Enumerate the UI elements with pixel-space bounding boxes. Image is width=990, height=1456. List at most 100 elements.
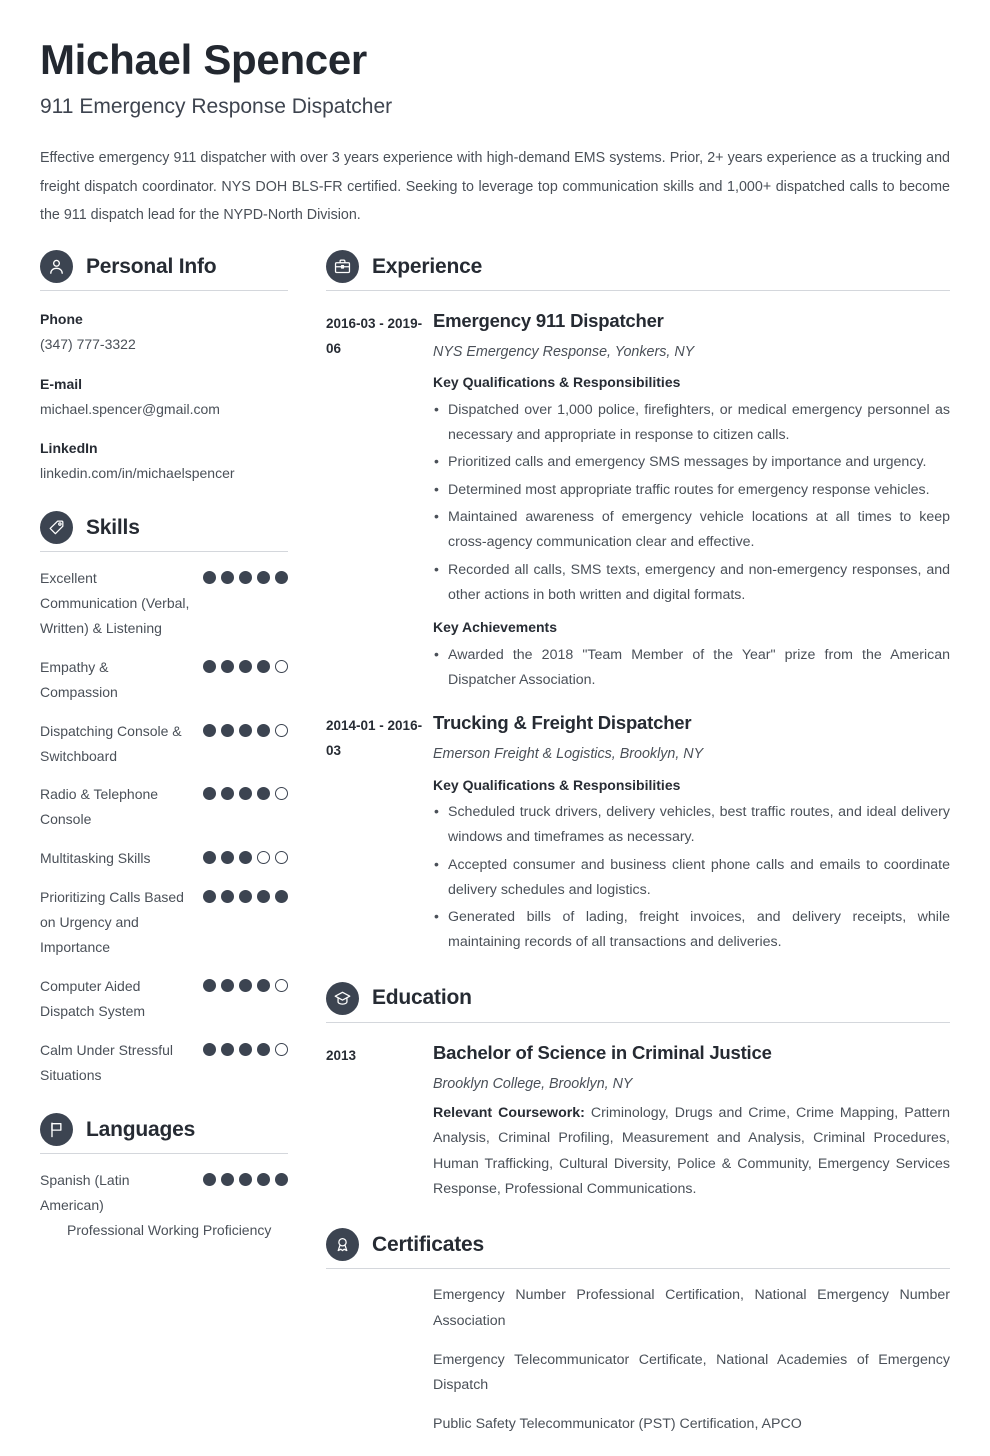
personal-info-field: E-mail michael.spencer@gmail.com — [40, 374, 288, 421]
entry-organization: Emerson Freight & Logistics, Brooklyn, N… — [433, 746, 704, 763]
skill-item: Calm Under Stressful Situations — [40, 1038, 288, 1088]
rating-dot-filled — [203, 723, 216, 737]
rating-dots — [203, 566, 288, 585]
section-skills: Skills Excellent Communication (Verbal, … — [40, 511, 288, 1087]
skill-item: Computer Aided Dispatch System — [40, 974, 288, 1024]
divider — [326, 1021, 950, 1023]
rating-dots — [203, 1168, 288, 1187]
languages-title: Languages — [86, 1117, 196, 1141]
candidate-name: Michael Spencer — [40, 36, 367, 83]
personal-info-field: LinkedIn linkedin.com/in/michaelspencer — [40, 438, 288, 485]
divider — [40, 551, 288, 553]
section-personal-info: Personal Info Phone (347) 777-3322 E-mai… — [40, 250, 288, 485]
rating-dot-filled — [221, 1042, 234, 1056]
rating-dot-filled — [239, 571, 252, 585]
skills-heading: Skills — [40, 511, 288, 551]
resume-page: Michael Spencer 911 Emergency Response D… — [0, 0, 990, 1456]
rating-dot-filled — [203, 890, 216, 904]
certificate-spacer — [326, 1412, 433, 1451]
section-languages: Languages Spanish (Latin American) Profes… — [40, 1113, 288, 1243]
rating-label: Multitasking Skills — [40, 850, 151, 867]
education-heading: Education — [326, 981, 950, 1022]
certificate-text: Emergency Number Professional Certificat… — [433, 1287, 950, 1329]
bullet-item: Prioritized calls and emergency SMS mess… — [433, 449, 950, 475]
rating-label: Excellent Communication (Verbal, Written… — [40, 570, 190, 636]
experience-heading: Experience — [326, 250, 950, 290]
field-value: michael.spencer@gmail.com — [40, 400, 220, 417]
rating-dot-filled — [275, 571, 288, 585]
rating-dot-filled — [275, 890, 288, 904]
personal-info-heading: Personal Info — [40, 250, 288, 290]
rating-dot-filled — [239, 1042, 252, 1056]
experience-title: Experience — [372, 254, 483, 278]
rating-label: Prioritizing Calls Based on Urgency and … — [40, 889, 184, 955]
skill-item: Dispatching Console & Switchboard — [40, 719, 288, 769]
entry-organization: Brooklyn College, Brooklyn, NY — [433, 1075, 633, 1092]
certificate-text: Emergency Telecommunicator Certificate, … — [433, 1351, 950, 1394]
skills-title: Skills — [86, 515, 140, 539]
skill-item: Multitasking Skills — [40, 846, 288, 871]
language-proficiency: Professional Working Proficiency — [67, 1222, 272, 1239]
rating-dots — [203, 885, 288, 904]
experience-entry: 2016-03 - 2019-06 Emergency 911 Dispatche… — [326, 309, 950, 693]
bullet-item: Accepted consumer and business client ph… — [433, 852, 950, 904]
rating-dot-filled — [203, 571, 216, 585]
rating-dot-filled — [221, 851, 234, 865]
personal-info-title: Personal Info — [86, 254, 217, 278]
rating-dots — [203, 782, 288, 801]
rating-dot-filled — [221, 978, 234, 992]
entry-date: 2014-01 - 2016-03 — [326, 718, 423, 758]
rating-dot-filled — [221, 787, 234, 801]
rating-dot-filled — [257, 1173, 270, 1187]
rating-dot-filled — [239, 723, 252, 737]
graduation-cap-icon — [326, 981, 359, 1015]
education-list: 2013 Bachelor of Science in Criminal Just… — [326, 1041, 950, 1203]
field-value: (347) 777-3322 — [40, 336, 136, 352]
rating-dot-empty — [257, 851, 270, 865]
field-label: LinkedIn — [40, 440, 98, 457]
certificate-item: Public Safety Telecommunicator (PST) Cer… — [326, 1412, 950, 1451]
rating-dot-filled — [203, 851, 216, 865]
entry-subheading: Key Qualifications & Responsibilities — [433, 776, 681, 793]
section-certificates: Certificates Emergency Number Profession… — [326, 1228, 950, 1451]
entry-date: 2013 — [326, 1047, 357, 1063]
field-value[interactable]: linkedin.com/in/michaelspencer — [40, 463, 288, 485]
left-column: Personal Info Phone (347) 777-3322 E-mai… — [40, 250, 288, 1456]
certificates-list: Emergency Number Professional Certificat… — [326, 1283, 950, 1451]
briefcase-icon — [326, 250, 359, 283]
field-label: E-mail — [40, 375, 83, 392]
resume-header: Michael Spencer 911 Emergency Response D… — [40, 36, 950, 230]
rating-dot-filled — [257, 978, 270, 992]
certificate-text: Public Safety Telecommunicator (PST) Cer… — [433, 1416, 802, 1433]
rating-dots — [203, 655, 288, 673]
languages-list: Spanish (Latin American) Professional Wor… — [40, 1168, 288, 1243]
rating-dot-filled — [275, 1173, 288, 1187]
flag-icon — [40, 1113, 73, 1147]
rating-dot-filled — [239, 978, 252, 992]
rating-dot-filled — [221, 723, 234, 737]
rating-dot-filled — [257, 723, 270, 737]
rating-label: Empathy & Compassion — [40, 658, 118, 700]
skill-item: Empathy & Compassion — [40, 655, 288, 705]
rating-dot-filled — [221, 571, 234, 585]
skill-item: Prioritizing Calls Based on Urgency and … — [40, 885, 288, 960]
rating-label: Computer Aided Dispatch System — [40, 977, 146, 1019]
rating-dot-filled — [257, 659, 270, 673]
divider — [40, 1153, 288, 1155]
bullet-item: Determined most appropriate traffic rout… — [433, 477, 950, 503]
rating-dot-filled — [257, 787, 270, 801]
rating-dots — [203, 974, 288, 992]
skills-list: Excellent Communication (Verbal, Written… — [40, 566, 288, 1087]
certificates-title: Certificates — [372, 1232, 484, 1256]
certificates-heading: Certificates — [326, 1228, 950, 1268]
rating-dot-filled — [239, 1173, 252, 1187]
rating-dot-filled — [203, 787, 216, 801]
award-icon — [326, 1228, 359, 1262]
rating-label: Spanish (Latin American) — [40, 1172, 130, 1214]
entry-body: Bachelor of Science in Criminal Justice B… — [433, 1041, 950, 1203]
bullet-item: Maintained awareness of emergency vehicl… — [433, 504, 950, 556]
certificate-spacer — [326, 1283, 433, 1348]
divider — [326, 290, 950, 291]
entry-organization: NYS Emergency Response, Yonkers, NY — [433, 344, 695, 361]
bullet-item: Dispatched over 1,000 police, firefighte… — [433, 397, 950, 449]
